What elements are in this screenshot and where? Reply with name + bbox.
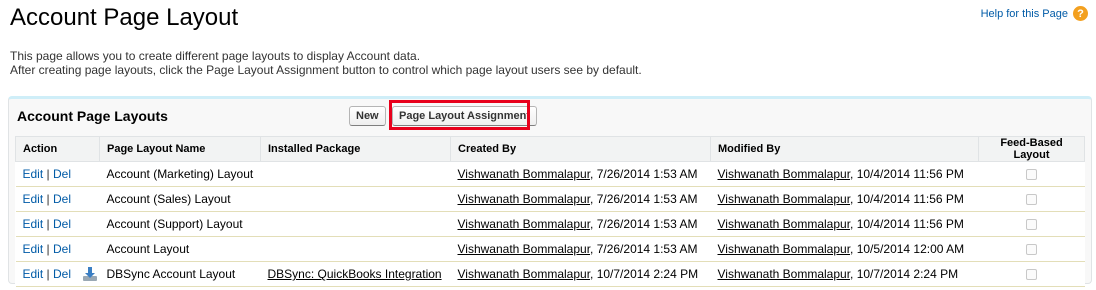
action-cell: Edit | Del xyxy=(15,211,100,237)
created-date: , 7/26/2014 1:53 AM xyxy=(590,217,698,231)
help-link-label[interactable]: Help for this Page xyxy=(981,8,1068,20)
created-by-user-link[interactable]: Vishwanath Bommalapur xyxy=(458,167,591,181)
table-body: Edit | Del Account (Marketing) Layout Vi… xyxy=(15,161,1085,287)
created-date: , 7/26/2014 1:53 AM xyxy=(590,192,698,206)
created-date: , 10/7/2014 2:24 PM xyxy=(590,267,699,281)
layout-name: Account (Marketing) Layout xyxy=(99,161,261,187)
table-row: Edit | Del Account (Support) Layout Vish… xyxy=(15,211,1085,237)
created-by-user-link[interactable]: Vishwanath Bommalapur xyxy=(458,192,591,206)
page-title: Account Page Layout xyxy=(10,4,239,31)
modified-by-user-link[interactable]: Vishwanath Bommalapur xyxy=(718,242,851,256)
table-header-row: Action Page Layout Name Installed Packag… xyxy=(15,136,1085,162)
modified-by-user-link[interactable]: Vishwanath Bommalapur xyxy=(718,192,851,206)
del-link[interactable]: Del xyxy=(53,192,71,206)
feed-based-cell xyxy=(978,211,1085,237)
page-layout-assignment-button[interactable]: Page Layout Assignment xyxy=(392,106,538,126)
header-installed-package[interactable]: Installed Package xyxy=(260,136,451,162)
modified-by-cell: Vishwanath Bommalapur, 10/4/2014 11:56 P… xyxy=(710,161,979,187)
feed-based-cell xyxy=(978,161,1085,187)
modified-date: , 10/4/2014 11:56 PM xyxy=(850,217,964,231)
action-cell: Edit | Del xyxy=(15,261,100,287)
modified-by-user-link[interactable]: Vishwanath Bommalapur xyxy=(718,167,851,181)
layout-name: Account (Sales) Layout xyxy=(99,186,261,212)
modified-date: , 10/4/2014 11:56 PM xyxy=(850,192,964,206)
download-package-icon xyxy=(82,267,97,281)
created-by-cell: Vishwanath Bommalapur, 10/7/2014 2:24 PM xyxy=(450,261,711,287)
feed-based-checkbox xyxy=(1026,244,1037,256)
feed-based-checkbox xyxy=(1026,269,1037,281)
modified-by-user-link[interactable]: Vishwanath Bommalapur xyxy=(718,267,851,281)
created-date: , 7/26/2014 1:53 AM xyxy=(590,242,698,256)
created-by-cell: Vishwanath Bommalapur, 7/26/2014 1:53 AM xyxy=(450,211,711,237)
action-separator: | xyxy=(46,267,50,281)
modified-by-cell: Vishwanath Bommalapur, 10/4/2014 11:56 P… xyxy=(710,186,979,212)
created-by-user-link[interactable]: Vishwanath Bommalapur xyxy=(458,242,591,256)
edit-link[interactable]: Edit xyxy=(23,217,44,231)
action-cell: Edit | Del xyxy=(15,186,100,212)
created-by-user-link[interactable]: Vishwanath Bommalapur xyxy=(458,267,591,281)
header-action: Action xyxy=(15,136,100,162)
page-root: Account Page Layout Help for this Page ?… xyxy=(0,0,1096,290)
created-by-user-link[interactable]: Vishwanath Bommalapur xyxy=(458,217,591,231)
table-row: Edit | Del Account Layout Vishwanath Bom… xyxy=(15,236,1085,262)
created-by-cell: Vishwanath Bommalapur, 7/26/2014 1:53 AM xyxy=(450,161,711,187)
new-button[interactable]: New xyxy=(349,106,386,126)
modified-by-cell: Vishwanath Bommalapur, 10/7/2014 2:24 PM xyxy=(710,261,979,287)
feed-based-cell xyxy=(978,261,1085,287)
feed-based-checkbox xyxy=(1026,169,1037,181)
header-modified-by[interactable]: Modified By xyxy=(710,136,979,162)
modified-by-user-link[interactable]: Vishwanath Bommalapur xyxy=(718,217,851,231)
action-cell: Edit | Del xyxy=(15,236,100,262)
layout-name: Account (Support) Layout xyxy=(99,211,261,237)
action-separator: | xyxy=(46,167,50,181)
layout-name: DBSync Account Layout xyxy=(99,261,261,287)
installed-package-cell xyxy=(260,211,451,237)
del-link[interactable]: Del xyxy=(53,217,71,231)
modified-date: , 10/5/2014 12:00 AM xyxy=(850,242,965,256)
installed-package-cell xyxy=(260,186,451,212)
table-row: Edit | Del DBSync Account Layout DBSync:… xyxy=(15,261,1085,287)
del-link[interactable]: Del xyxy=(53,267,71,281)
edit-link[interactable]: Edit xyxy=(23,167,44,181)
layout-name: Account Layout xyxy=(99,236,261,262)
action-separator: | xyxy=(46,192,50,206)
edit-link[interactable]: Edit xyxy=(23,242,44,256)
created-date: , 7/26/2014 1:53 AM xyxy=(590,167,698,181)
edit-link[interactable]: Edit xyxy=(23,192,44,206)
feed-based-checkbox xyxy=(1026,219,1037,231)
action-separator: | xyxy=(46,217,50,231)
installed-package-cell: DBSync: QuickBooks Integration xyxy=(260,261,451,287)
layouts-table: Action Page Layout Name Installed Packag… xyxy=(15,136,1085,287)
table-row: Edit | Del Account (Marketing) Layout Vi… xyxy=(15,161,1085,187)
del-link[interactable]: Del xyxy=(53,242,71,256)
header-page-layout-name[interactable]: Page Layout Name xyxy=(99,136,261,162)
edit-link[interactable]: Edit xyxy=(23,267,44,281)
modified-by-cell: Vishwanath Bommalapur, 10/5/2014 12:00 A… xyxy=(710,236,979,262)
help-link[interactable]: Help for this Page ? xyxy=(981,6,1088,21)
modified-date: , 10/4/2014 11:56 PM xyxy=(850,167,964,181)
installed-package-cell xyxy=(260,236,451,262)
header-feed-based-layout[interactable]: Feed-Based Layout xyxy=(978,136,1085,162)
modified-date: , 10/7/2014 2:24 PM xyxy=(850,267,959,281)
del-link[interactable]: Del xyxy=(53,167,71,181)
installed-package-cell xyxy=(260,161,451,187)
feed-based-cell xyxy=(978,186,1085,212)
action-cell: Edit | Del xyxy=(15,161,100,187)
description-line-1: This page allows you to create different… xyxy=(10,49,421,63)
action-separator: | xyxy=(46,242,50,256)
created-by-cell: Vishwanath Bommalapur, 7/26/2014 1:53 AM xyxy=(450,186,711,212)
feed-based-checkbox xyxy=(1026,194,1037,206)
header-created-by[interactable]: Created By xyxy=(450,136,711,162)
question-mark-icon[interactable]: ? xyxy=(1073,6,1088,21)
created-by-cell: Vishwanath Bommalapur, 7/26/2014 1:53 AM xyxy=(450,236,711,262)
feed-based-cell xyxy=(978,236,1085,262)
layouts-panel: Account Page Layouts New Page Layout Ass… xyxy=(8,96,1092,287)
modified-by-cell: Vishwanath Bommalapur, 10/4/2014 11:56 P… xyxy=(710,211,979,237)
table-row: Edit | Del Account (Sales) Layout Vishwa… xyxy=(15,186,1085,212)
installed-package-link[interactable]: DBSync: QuickBooks Integration xyxy=(268,267,442,281)
page-description: This page allows you to create different… xyxy=(10,49,642,77)
description-line-2: After creating page layouts, click the P… xyxy=(10,63,642,77)
panel-title: Account Page Layouts xyxy=(17,108,168,124)
